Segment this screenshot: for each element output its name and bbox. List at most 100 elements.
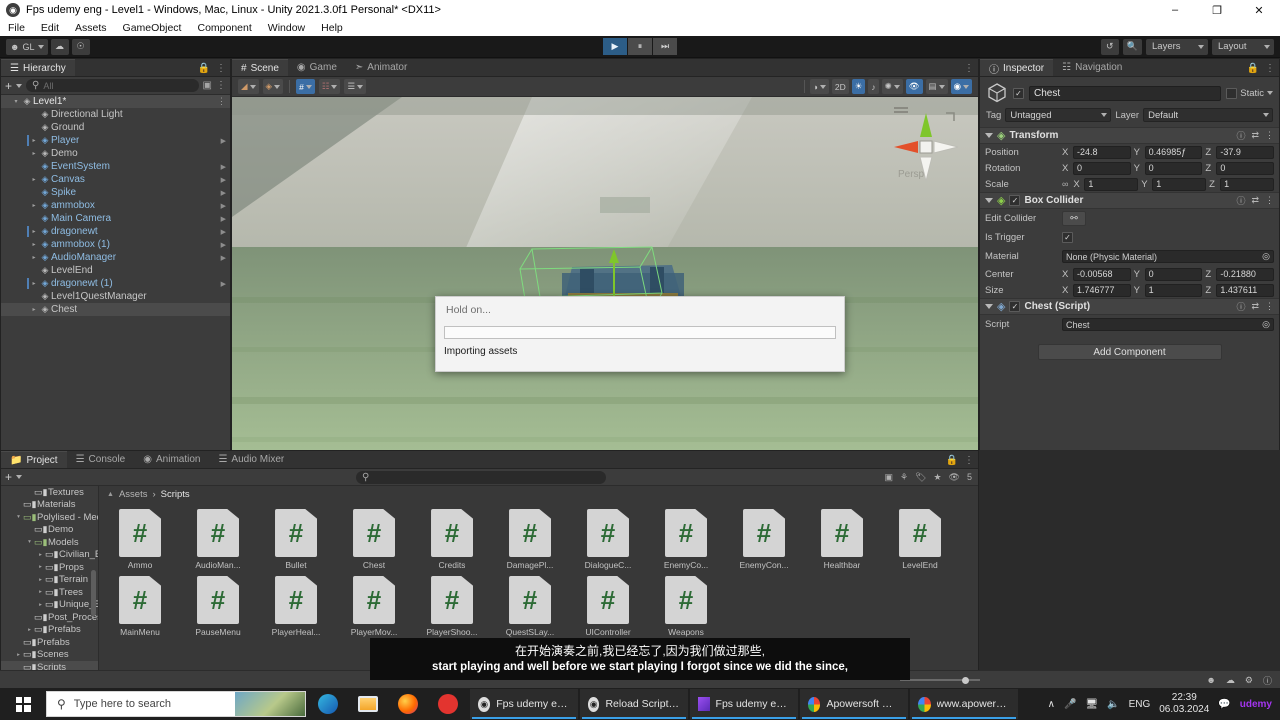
expand-arrow-icon[interactable]: ▸ [36,564,45,570]
project-tree-item-textures[interactable]: ▭▮ Textures [1,486,98,499]
asset-item[interactable]: # MainMenu [109,576,171,637]
kebab-icon[interactable]: ⋮ [1265,301,1274,312]
expand-arrow-icon[interactable]: ▸ [29,280,39,287]
project-folder-tree[interactable]: ▭▮Textures▭▮Materials▾▭▮Polylised - Medi… [1,486,100,670]
scene-hidden-objects-toggle[interactable]: 👁 [905,79,923,94]
taskbar-task-chrome[interactable]: www.apowersoft.... [910,689,1018,719]
tag-dropdown[interactable]: Untagged [1005,108,1112,122]
scene-projection-label[interactable]: Persp [898,169,924,180]
start-button[interactable] [0,688,46,720]
asset-item[interactable]: # DamagePl... [499,509,561,570]
kebab-icon[interactable]: ⋮ [964,455,974,466]
numeric-field-x[interactable]: -24.8 [1073,145,1131,159]
tab-inspector[interactable]: ⓘ Inspector [980,59,1054,76]
notification-status-icon[interactable]: ⓘ [1263,674,1272,687]
menu-item-file[interactable]: File [0,20,33,36]
preset-icon[interactable]: ⇄ [1251,301,1259,312]
hierarchy-item-canvas[interactable]: ▸ ◈ Canvas ▶ [1,173,230,186]
lock-icon[interactable]: 🔒 [1247,63,1259,74]
collab-status-icon[interactable]: ⚙ [1245,675,1253,686]
search-by-label-icon[interactable]: ⚘ [900,472,908,483]
tab-navigation[interactable]: ☷ Navigation [1053,59,1132,76]
project-tree-item-terrain[interactable]: ▸ ▭▮ Terrain [1,574,98,587]
expand-arrow-icon[interactable]: ▸ [29,137,39,144]
hierarchy-item-audiomanager[interactable]: ▸ ◈ AudioManager ▶ [1,251,230,264]
hierarchy-item-chest[interactable]: ▸ ◈ Chest [1,303,230,316]
lock-icon[interactable]: 🔒 [198,63,210,74]
layers-dropdown[interactable]: Layers [1146,38,1208,55]
project-tree-item-unique-buildings[interactable]: ▸▭▮Unique_Buildings [1,599,98,612]
scene-camera-button[interactable]: ▤ [925,79,948,94]
is-trigger-checkbox[interactable]: ✓ [1062,232,1073,243]
collab-button[interactable]: ☉ [71,38,90,55]
favorite-tag-icon[interactable]: 🏷 [915,472,926,483]
asset-item[interactable]: # AudioMan... [187,509,249,570]
component-header-box-collider[interactable]: ◈ ✓ Box Collider ⓘ ⇄ ⋮ [980,192,1279,209]
asset-item[interactable]: # Credits [421,509,483,570]
hidden-packages-icon[interactable]: 👁 [949,472,960,483]
expand-arrow-icon[interactable]: ▸ [29,228,39,235]
expand-arrow-icon[interactable]: ▸ [14,652,23,658]
kebab-icon[interactable]: ⋮ [1265,130,1274,141]
menu-item-window[interactable]: Window [260,20,313,36]
numeric-field-x[interactable]: -0.00568 [1073,267,1131,281]
scene-lighting-toggle[interactable]: ☀ [851,79,866,94]
hierarchy-item-level1[interactable]: ▾ ◈ Level1* ⋮ [1,95,230,108]
numeric-field-z[interactable]: 1 [1220,177,1274,191]
layer-dropdown[interactable]: Default [1143,108,1273,122]
hierarchy-item-level1questmanager[interactable]: ◈ Level1QuestManager [1,290,230,303]
cloud-status-icon[interactable]: ☁ [1226,675,1235,686]
hierarchy-item-ground[interactable]: ◈ Ground [1,121,230,134]
play-button[interactable]: ▶ [603,38,627,55]
expand-arrow-icon[interactable]: ▸ [29,150,39,157]
scene-orientation-gizmo[interactable]: Persp [884,103,968,195]
asset-item[interactable]: # PlayerHeal... [265,576,327,637]
numeric-field-y[interactable]: 0 [1144,267,1203,281]
account-status-icon[interactable]: ☻ [1206,675,1215,685]
asset-grid[interactable]: # Ammo # AudioMan... # Bullet # Chest # Credits # D… [99,503,978,643]
expand-arrow-icon[interactable]: ▸ [36,602,45,608]
kebab-icon[interactable]: ⋮ [964,63,974,74]
hierarchy-item-dragonewt-1[interactable]: ▸ ◈ dragonewt (1) ▶ [1,277,230,290]
expand-arrow-icon[interactable]: ▸ [25,627,34,633]
numeric-field-x[interactable]: 1.746777 [1073,283,1131,297]
opera-icon[interactable] [430,688,466,720]
step-button[interactable]: ⏭ [653,38,677,55]
maximize-button[interactable]: ❐ [1196,0,1238,20]
asset-item[interactable]: # PauseMenu [187,576,249,637]
scene-fx-button[interactable]: ✺ [881,79,903,94]
chevron-right-icon[interactable]: ▶ [221,215,226,223]
numeric-field-y[interactable]: 1 [1152,177,1207,191]
expand-arrow-icon[interactable]: ▸ [36,577,45,583]
expand-arrow-icon[interactable]: ▸ [36,589,45,595]
hierarchy-item-dragonewt[interactable]: ▸ ◈ dragonewt ▶ [1,225,230,238]
taskbar-clock[interactable]: 22:39 06.03.2024 [1159,692,1209,716]
numeric-field-y[interactable]: 0 [1144,161,1203,175]
favorite-star-icon[interactable]: ★ [933,472,941,483]
scene-viewport[interactable]: Persp [232,97,978,468]
static-checkbox[interactable] [1226,87,1238,99]
tab-game[interactable]: ◉ Game [287,59,346,76]
chevron-right-icon[interactable]: ▶ [221,280,226,288]
project-search-input[interactable]: ⚲ [356,470,606,484]
breadcrumb-scripts[interactable]: Scripts [161,489,190,500]
project-tree-item-post-processing-preset[interactable]: ▭▮Post_Processing_Preset [1,611,98,624]
expand-arrow-icon[interactable]: ▸ [29,241,39,248]
numeric-field-y[interactable]: 0.46985ƒ [1144,145,1203,159]
project-tree-item-scenes[interactable]: ▸ ▭▮ Scenes [1,649,98,662]
object-field[interactable]: None (Physic Material) ◎ [1062,250,1274,263]
asset-item[interactable]: # Bullet [265,509,327,570]
component-header-chest-script[interactable]: ◈ ✓ Chest (Script) ⓘ ⇄ ⋮ [980,298,1279,315]
numeric-field-z[interactable]: 0 [1216,161,1275,175]
sort-icon[interactable]: ⋮ [216,80,226,91]
tray-expand-chevron-icon[interactable]: ∧ [1048,699,1055,710]
project-tree-item-polylised-medieval-dese[interactable]: ▾▭▮Polylised - Medieval Dese [1,511,98,524]
expand-arrow-icon[interactable]: ▸ [29,202,39,209]
chevron-right-icon[interactable]: ▶ [221,202,226,210]
expand-arrow-icon[interactable]: ▸ [29,306,39,313]
menu-item-help[interactable]: Help [313,20,351,36]
object-enabled-checkbox[interactable]: ✓ [1013,87,1024,99]
scene-shading-mode-button[interactable]: ◢ [238,79,259,94]
hierarchy-item-ammobox[interactable]: ▸ ◈ ammobox ▶ [1,199,230,212]
preset-icon[interactable]: ⇄ [1251,195,1259,206]
